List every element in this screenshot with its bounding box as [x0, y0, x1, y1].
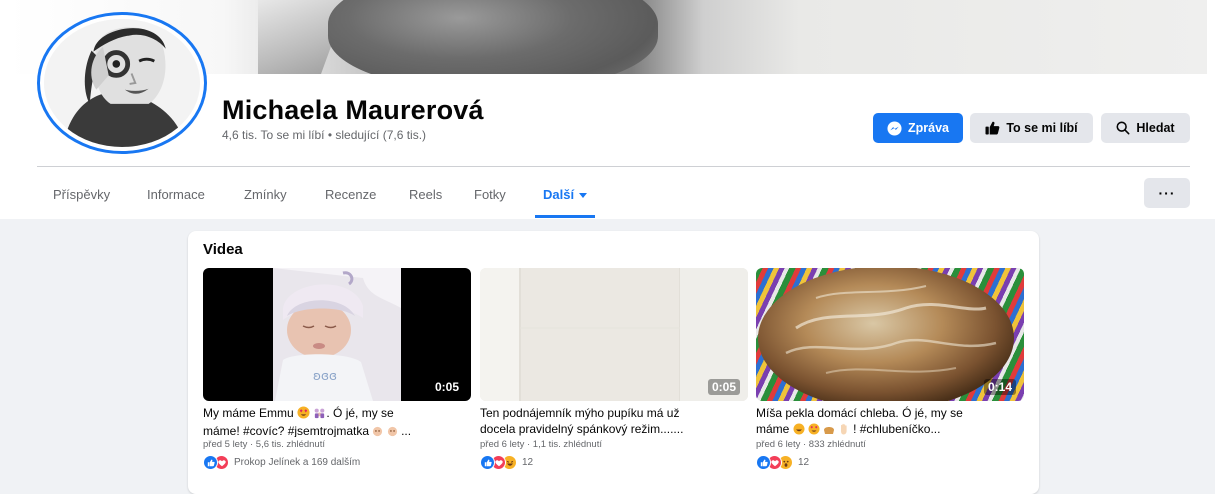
video-thumbnail[interactable]: ʚɞɞ 0:05: [203, 268, 471, 401]
video-title[interactable]: My máme Emmu . Ó jé, my se máme! #covíc?…: [203, 405, 471, 437]
video-thumbnail[interactable]: 0:14: [756, 268, 1024, 401]
more-options-button[interactable]: ···: [1144, 178, 1190, 208]
tab-recenze[interactable]: Recenze: [325, 170, 376, 218]
tab-label: Zmínky: [244, 186, 287, 202]
tab-label: Fotky: [474, 186, 506, 202]
like-reaction-icon: [203, 455, 218, 470]
messenger-icon: [887, 120, 902, 136]
caret-down-icon: [579, 192, 588, 198]
heart-eyes-emoji-icon: [297, 406, 310, 423]
video-item: ʚɞɞ 0:05 My máme Emmu . Ó jé, my se máme…: [203, 268, 471, 470]
video-reactions[interactable]: 12: [756, 455, 1024, 470]
reaction-count: Prokop Jelínek a 169 dalším: [234, 457, 361, 468]
video-item: 0:05 Ten podnájemník mýho pupíku má už d…: [480, 268, 748, 470]
profile-avatar[interactable]: [40, 15, 204, 151]
like-page-label: To se mi líbí: [1006, 121, 1078, 135]
baby-emoji-icon: [372, 425, 383, 437]
tab-label: Reels: [409, 186, 443, 202]
like-page-button[interactable]: To se mi líbí: [970, 113, 1093, 143]
tab-zminky[interactable]: Zmínky: [244, 170, 287, 218]
video-title-line: máme! #covíc? #jsemtrojmatka: [203, 424, 370, 437]
video-title-line: ! #chlubeníčko...: [853, 422, 941, 436]
reaction-count: 12: [522, 457, 534, 468]
tab-label: Další: [543, 186, 575, 202]
video-title-line: docela pravidelný spánkový režim.......: [480, 422, 684, 436]
video-title-line: Ten podnájemník mýho pupíku má už: [480, 406, 680, 420]
profile-stats[interactable]: 4,6 tis. To se mi líbí • sledující (7,6 …: [222, 128, 426, 142]
tab-prispevky[interactable]: Příspěvky: [53, 170, 110, 218]
video-reactions[interactable]: 12: [480, 455, 748, 470]
tab-informace[interactable]: Informace: [147, 170, 205, 218]
video-meta: před 6 lety · 833 zhlédnutí: [756, 439, 866, 450]
reaction-count: 12: [798, 457, 810, 468]
video-title-line: ...: [401, 424, 412, 437]
tab-reels[interactable]: Reels: [409, 170, 442, 218]
video-title[interactable]: Ten podnájemník mýho pupíku má už docela…: [480, 405, 748, 437]
tab-label: Příspěvky: [53, 186, 111, 202]
heart-eyes-emoji-icon: [808, 423, 820, 437]
message-button[interactable]: Zpráva: [873, 113, 963, 143]
video-title-line: My máme Emmu: [203, 406, 294, 420]
family-emoji-icon: [313, 406, 326, 423]
profile-name: Michaela Maurerová: [222, 95, 484, 125]
message-button-label: Zpráva: [908, 121, 949, 135]
tab-label: Informace: [147, 186, 205, 202]
video-duration: 0:05: [434, 380, 459, 394]
smile-emoji-icon: [793, 423, 805, 437]
hand-emoji-icon: [839, 423, 850, 437]
video-duration: 0:14: [983, 379, 1016, 395]
video-title-line: Míša pekla domácí chleba. Ó jé, my se: [756, 406, 963, 420]
video-duration: 0:05: [707, 379, 740, 395]
profile-header: Michaela Maurerová 4,6 tis. To se mi líb…: [0, 0, 1215, 219]
like-reaction-icon: [480, 455, 495, 470]
magnifier-icon: [1116, 121, 1130, 135]
video-title-line: . Ó jé, my se: [326, 406, 394, 420]
video-title[interactable]: Míša pekla domácí chleba. Ó jé, my se má…: [756, 405, 1024, 437]
baby-emoji-icon: [387, 425, 398, 437]
tab-dalsi[interactable]: Další: [534, 170, 596, 218]
tab-label: Recenze: [325, 186, 377, 202]
thumbs-up-icon: [985, 121, 1000, 135]
search-page-label: Hledat: [1136, 121, 1175, 135]
video-item: 0:14 Míša pekla domácí chleba. Ó jé, my …: [756, 268, 1024, 470]
svg-text:ʚɞɞ: ʚɞɞ: [313, 369, 337, 383]
videos-card: Videa ʚɞɞ 0:05 My máme Emmu . Ó jé, my s…: [188, 231, 1039, 494]
video-meta: před 5 lety · 5,6 tis. zhlédnutí: [203, 439, 325, 450]
like-reaction-icon: [756, 455, 771, 470]
video-meta: před 6 lety · 1,1 tis. zhlédnutí: [480, 439, 602, 450]
videos-heading[interactable]: Videa: [203, 241, 243, 258]
video-title-line: máme: [756, 422, 790, 436]
tab-fotky[interactable]: Fotky: [474, 170, 506, 218]
video-reactions[interactable]: Prokop Jelínek a 169 dalším: [203, 455, 471, 470]
video-thumbnail[interactable]: 0:05: [480, 268, 748, 401]
search-page-button[interactable]: Hledat: [1101, 113, 1190, 143]
header-divider: [37, 166, 1190, 167]
bread-emoji-icon: [823, 423, 835, 437]
